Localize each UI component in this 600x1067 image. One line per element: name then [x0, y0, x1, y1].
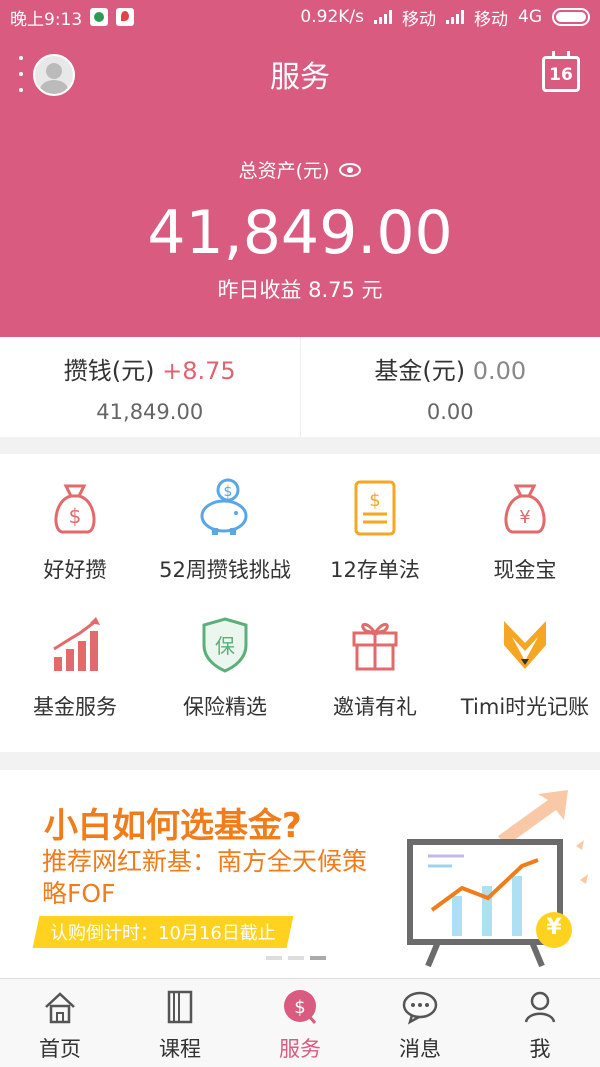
tab-home[interactable]: 首页 — [0, 979, 120, 1067]
svg-text:$: $ — [294, 997, 305, 1018]
tab-messages[interactable]: 消息 — [360, 979, 480, 1067]
fund-delta: 0.00 — [472, 357, 527, 385]
tab-courses[interactable]: 课程 — [120, 979, 240, 1067]
status-time: 晚上9:13 — [10, 9, 83, 30]
calendar-day: 16 — [549, 65, 573, 85]
svg-text:$: $ — [69, 504, 82, 528]
service-grid: $ 好好攒 $ 52周攒钱挑战 $ 12存单法 ¥ 现金宝 基金服务 保 保险精… — [0, 454, 600, 752]
gift-icon — [352, 623, 398, 671]
svg-text:$: $ — [369, 490, 380, 511]
net-speed: 0.92K/s — [300, 7, 364, 27]
assets-label-text: 总资产(元) — [238, 160, 330, 182]
yuan-bag-icon: ¥ — [504, 484, 546, 534]
fox-icon — [504, 621, 546, 669]
svg-text:$: $ — [224, 484, 233, 500]
security-icon — [90, 8, 109, 26]
service-label: 邀请有礼 — [333, 695, 417, 719]
tab-label: 课程 — [159, 1037, 201, 1061]
yuan-coin: ¥ — [546, 915, 562, 940]
bottom-tab-bar: 首页 课程 $ 服务 消息 我 — [0, 978, 600, 1067]
savings-delta: +8.75 — [162, 357, 236, 385]
chart-board-illustration — [407, 790, 588, 968]
page-title: 服务 — [270, 60, 330, 95]
document-money-icon: $ — [354, 480, 396, 536]
service-icon: $ — [284, 990, 317, 1024]
user-icon — [524, 991, 556, 1023]
book-icon — [167, 990, 193, 1024]
carrier-2: 移动 — [474, 9, 508, 30]
service-insurance[interactable]: 保 保险精选 — [150, 615, 300, 752]
fund-label: 基金(元) — [374, 357, 466, 385]
banner-title: 小白如何选基金? — [44, 806, 302, 846]
home-icon — [45, 992, 75, 1024]
message-icon — [402, 991, 438, 1025]
svg-text:¥: ¥ — [519, 507, 530, 528]
money-bag-icon: $ — [54, 484, 96, 534]
yesterday-earnings: 昨日收益 8.75 元 — [217, 278, 383, 302]
eye-icon[interactable] — [339, 162, 362, 177]
fund-balance[interactable]: 基金(元) 0.00 0.00 — [299, 337, 600, 437]
service-label: Timi时光记账 — [460, 695, 590, 719]
carrier-1: 移动 — [402, 9, 436, 30]
tab-service[interactable]: $ 服务 — [240, 979, 360, 1067]
service-52-week[interactable]: $ 52周攒钱挑战 — [150, 478, 300, 615]
banner-pager — [266, 956, 326, 960]
signal-icon — [374, 10, 392, 24]
growth-chart-icon — [53, 617, 100, 671]
header: 服务 16 总资产(元) 41,849.00 昨日收益 8.75 元 — [0, 34, 600, 337]
tab-me[interactable]: 我 — [480, 979, 600, 1067]
location-icon — [116, 8, 135, 26]
tab-label: 服务 — [279, 1037, 321, 1061]
service-label: 基金服务 — [33, 695, 117, 719]
fund-value: 0.00 — [426, 400, 474, 424]
service-label: 12存单法 — [330, 558, 420, 582]
service-haohaozan[interactable]: $ 好好攒 — [0, 478, 150, 615]
battery-icon — [552, 8, 590, 26]
shield-icon: 保 — [202, 617, 248, 673]
signal-icon — [446, 10, 464, 24]
tab-label: 首页 — [39, 1037, 81, 1061]
savings-value: 41,849.00 — [96, 400, 204, 424]
service-fund[interactable]: 基金服务 — [0, 615, 150, 752]
savings-label: 攒钱(元) — [63, 357, 155, 385]
banner-countdown: 认购倒计时：10月16日截止 — [32, 916, 294, 948]
service-label: 好好攒 — [43, 558, 107, 582]
banner-subtitle: 推荐网红新基：南方全天候策略FOF — [42, 847, 368, 908]
promo-banner[interactable]: 小白如何选基金? 推荐网红新基：南方全天候策略FOF 认购倒计时：10月16日截… — [0, 770, 600, 978]
service-12-deposit[interactable]: $ 12存单法 — [300, 478, 450, 615]
total-assets-label: 总资产(元) — [0, 156, 600, 183]
piggy-bank-icon: $ — [200, 478, 248, 535]
service-label: 52周攒钱挑战 — [159, 558, 291, 582]
service-timi[interactable]: Timi时光记账 — [450, 615, 600, 752]
service-label: 现金宝 — [493, 558, 557, 582]
balance-panel: 攒钱(元) +8.75 41,849.00 基金(元) 0.00 0.00 — [0, 337, 600, 437]
service-invite[interactable]: 邀请有礼 — [300, 615, 450, 752]
service-cash-treasure[interactable]: ¥ 现金宝 — [450, 478, 600, 615]
service-label: 保险精选 — [183, 695, 267, 719]
status-bar: 晚上9:13 0.92K/s 移动 移动 4G — [0, 0, 600, 34]
network-type: 4G — [518, 7, 542, 27]
tab-label: 我 — [529, 1037, 551, 1061]
savings-balance[interactable]: 攒钱(元) +8.75 41,849.00 — [0, 337, 300, 437]
tab-label: 消息 — [399, 1037, 441, 1061]
svg-text:保: 保 — [215, 634, 235, 658]
total-assets-value: 41,849.00 — [147, 198, 453, 268]
calendar-icon[interactable]: 16 — [542, 51, 580, 92]
